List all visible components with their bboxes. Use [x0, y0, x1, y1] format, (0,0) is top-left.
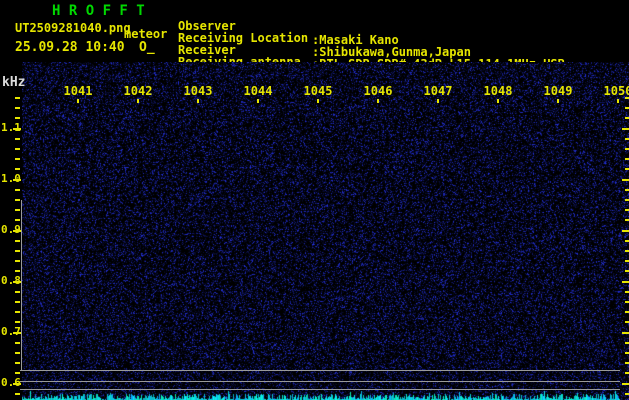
y-tick-mark	[13, 281, 21, 283]
y-tick-mark-right	[625, 168, 629, 170]
y-tick-mark-right	[625, 209, 629, 211]
y-tick-mark-right	[625, 219, 629, 221]
x-tick-mark	[437, 99, 439, 103]
y-tick-mark	[15, 260, 20, 262]
x-tick-label: 1048	[472, 84, 524, 98]
y-tick-mark-right	[625, 240, 629, 242]
x-tick-label: 1045	[292, 84, 344, 98]
mode-label: meteor	[124, 27, 167, 41]
x-tick-mark	[317, 99, 319, 103]
y-tick-mark	[13, 230, 21, 232]
y-tick-mark	[15, 199, 20, 201]
y-tick-mark-right	[622, 179, 629, 181]
y-tick-mark-right	[622, 281, 629, 283]
y-tick-mark	[15, 352, 20, 354]
y-tick-mark-right	[625, 291, 629, 293]
y-tick-mark	[13, 383, 21, 385]
level-grid-line	[20, 389, 620, 390]
x-tick-label: 1050	[592, 84, 629, 98]
y-tick-mark-right	[625, 270, 629, 272]
y-tick-mark-right	[625, 362, 629, 364]
level-grid-line	[20, 381, 620, 382]
y-tick-mark	[15, 97, 20, 99]
level-grid-line	[20, 370, 620, 371]
x-tick-mark	[77, 99, 79, 103]
x-tick-mark	[617, 99, 619, 103]
y-tick-mark-right	[625, 301, 629, 303]
y-tick-mark	[15, 301, 20, 303]
y-tick-mark	[15, 342, 20, 344]
y-tick-mark-right	[622, 128, 629, 130]
y-tick-mark	[15, 168, 20, 170]
y-tick-mark	[15, 291, 20, 293]
x-tick-label: 1042	[112, 84, 164, 98]
y-tick-mark-right	[625, 352, 629, 354]
y-tick-mark-right	[622, 230, 629, 232]
output-filename: UT2509281040.png	[15, 21, 131, 35]
hrofft-window: H R O F F T UT2509281040.png meteor 25.0…	[0, 0, 629, 400]
y-tick-mark-right	[625, 342, 629, 344]
y-tick-mark	[15, 240, 20, 242]
x-tick-mark	[197, 99, 199, 103]
y-tick-mark	[15, 107, 20, 109]
y-tick-mark	[13, 179, 21, 181]
y-tick-mark	[15, 189, 20, 191]
y-tick-mark	[13, 128, 21, 130]
y-tick-mark-right	[625, 393, 629, 395]
y-tick-mark-right	[625, 260, 629, 262]
y-tick-mark	[15, 270, 20, 272]
x-tick-label: 1041	[52, 84, 104, 98]
x-tick-mark	[257, 99, 259, 103]
y-tick-mark-right	[625, 250, 629, 252]
y-tick-mark	[15, 117, 20, 119]
y-tick-mark-right	[625, 97, 629, 99]
y-axis-unit-label: kHz	[2, 75, 25, 90]
y-tick-mark	[15, 148, 20, 150]
y-tick-mark-right	[625, 158, 629, 160]
y-tick-mark	[15, 372, 20, 374]
x-tick-label: 1046	[352, 84, 404, 98]
y-tick-mark	[15, 209, 20, 211]
x-tick-mark	[497, 99, 499, 103]
x-tick-label: 1043	[172, 84, 224, 98]
y-tick-mark	[15, 321, 20, 323]
y-tick-mark-right	[625, 138, 629, 140]
spectrogram-canvas	[22, 62, 629, 400]
y-tick-mark	[15, 362, 20, 364]
y-tick-mark	[15, 393, 20, 395]
y-tick-mark-right	[625, 117, 629, 119]
x-tick-label: 1044	[232, 84, 284, 98]
y-tick-mark	[15, 158, 20, 160]
x-tick-label: 1047	[412, 84, 464, 98]
y-tick-mark-right	[625, 148, 629, 150]
y-tick-mark-right	[625, 199, 629, 201]
y-tick-mark-right	[622, 383, 629, 385]
y-tick-mark-right	[625, 372, 629, 374]
y-tick-mark	[13, 332, 21, 334]
y-tick-mark-right	[625, 107, 629, 109]
info-row-antenna: Receiving antenna :5el Yagi Az 20 for Ao…	[0, 41, 629, 54]
y-tick-mark	[15, 250, 20, 252]
x-tick-mark	[557, 99, 559, 103]
x-tick-label: 1049	[532, 84, 584, 98]
y-tick-mark-right	[622, 332, 629, 334]
x-tick-mark	[137, 99, 139, 103]
x-tick-mark	[377, 99, 379, 103]
y-tick-mark	[15, 138, 20, 140]
y-tick-mark	[15, 311, 20, 313]
y-tick-mark-right	[625, 189, 629, 191]
y-tick-mark	[15, 219, 20, 221]
y-tick-mark-right	[625, 321, 629, 323]
y-tick-mark-right	[625, 311, 629, 313]
